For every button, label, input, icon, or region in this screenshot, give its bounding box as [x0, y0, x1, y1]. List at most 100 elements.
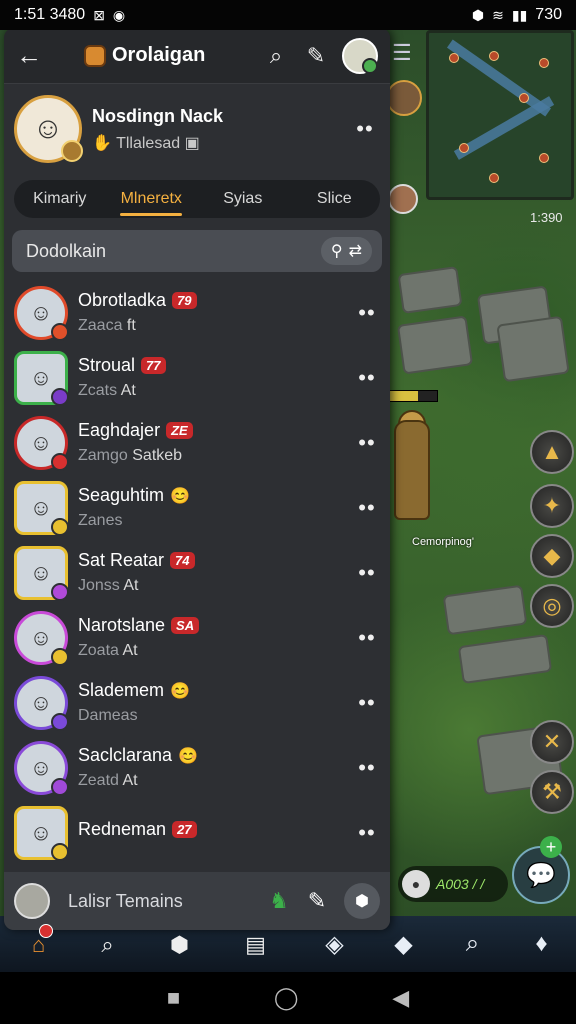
emoji-icon: 😊 — [170, 682, 190, 700]
friend-name: Saclclarana — [78, 745, 173, 765]
friend-name: Slademem — [78, 680, 165, 700]
friend-status: Jonss At — [78, 577, 139, 594]
stone-tile — [442, 584, 528, 636]
tab-kimariy[interactable]: Kimariy — [14, 180, 106, 218]
emoji-icon: 😊 — [170, 487, 190, 505]
notification-badge — [39, 924, 54, 938]
profile-avatar[interactable]: ☺ — [14, 95, 83, 163]
friend-avatar[interactable]: ☺ — [14, 740, 69, 796]
search-tools[interactable]: ⚲ ⇄ — [320, 237, 372, 265]
friend-avatar[interactable]: ☺ — [14, 675, 69, 731]
level-badge: ZE — [166, 422, 193, 439]
search-person-icon[interactable]: ⚲ — [331, 241, 343, 261]
recents-icon[interactable]: ■ — [167, 985, 180, 1011]
search-icon[interactable]: ⌕ — [256, 43, 296, 69]
more-options-icon[interactable]: •• — [350, 116, 380, 142]
more-options-icon[interactable]: •• — [352, 365, 382, 391]
tab-slice[interactable]: Slice — [289, 180, 381, 218]
skill-button-1[interactable]: ▲ — [530, 430, 574, 474]
minimap[interactable] — [426, 30, 574, 200]
search-icon[interactable]: ⌕ — [451, 922, 495, 966]
friends-drawer: ← Orolaigan ⌕ ✎ ☺ Nosdingn Nack ✋ Tllale… — [4, 28, 390, 930]
back-icon[interactable]: ◀ — [392, 985, 409, 1011]
friend-avatar[interactable]: ☺ — [14, 480, 69, 536]
more-options-icon[interactable]: •• — [352, 495, 382, 521]
friend-row[interactable]: ☺ Eaghdajer ZE Zamgo Satkeb •• — [12, 410, 382, 475]
status-badge-icon — [51, 582, 69, 601]
friend-avatar[interactable]: ☺ — [14, 350, 69, 406]
search-input[interactable] — [26, 240, 321, 262]
skill-button-4[interactable]: ◎ — [530, 584, 574, 628]
friend-row[interactable]: ☺ Obrotladka 79 Zaaca ft •• — [12, 280, 382, 345]
chat-bubble-button[interactable]: 💬 — [512, 846, 570, 904]
footer-avatar[interactable] — [14, 883, 50, 919]
stone-tile — [397, 266, 463, 314]
skill-button-5[interactable]: ✕ — [530, 720, 574, 764]
more-options-icon[interactable]: •• — [352, 820, 382, 846]
user-avatar[interactable] — [342, 37, 378, 74]
status-badge-icon — [51, 647, 69, 666]
game-menu-icon[interactable]: ☰ — [392, 40, 412, 66]
friend-status: Dameas — [78, 707, 138, 724]
friend-row[interactable]: ☺ Slademem 😊 Dameas •• — [12, 670, 382, 735]
more-options-icon[interactable]: •• — [352, 690, 382, 716]
friend-row[interactable]: ☺ Narotslane SA Zoata At •• — [12, 605, 382, 670]
friend-name: Narotslane — [78, 615, 166, 635]
friend-row[interactable]: ☺ Sat Reatar 74 Jonss At •• — [12, 540, 382, 605]
friend-avatar[interactable]: ☺ — [14, 545, 69, 601]
friend-row[interactable]: ☺ Seaguhtim 😊 Zanes •• — [12, 475, 382, 540]
gem-icon[interactable]: ♦ — [520, 922, 564, 966]
stone-tile — [496, 315, 570, 383]
sync-icon: ◉ — [112, 6, 126, 23]
chest-icon: ▣ — [184, 134, 200, 152]
status-bar: 1:51 3480 ⊠ ◉ ⬢ ≋ ▮▮ 730 — [0, 0, 576, 30]
profile-card[interactable]: ☺ Nosdingn Nack ✋ Tllalesad ▣ •• — [4, 84, 390, 174]
home-icon[interactable]: ⌂ — [32, 924, 54, 958]
friend-avatar[interactable]: ☺ — [14, 805, 69, 861]
more-options-icon[interactable]: •• — [352, 625, 382, 651]
status-badge-icon — [51, 842, 69, 861]
wave-icon: ✋ — [92, 134, 112, 152]
tab-mlneretx[interactable]: Mlneretx — [106, 180, 198, 218]
friend-name: Eaghdajer — [78, 420, 161, 440]
friend-status: Zeatd At — [78, 772, 138, 789]
more-options-icon[interactable]: •• — [352, 560, 382, 586]
ally-avatar-small[interactable] — [388, 184, 418, 214]
tab-syias[interactable]: Syias — [197, 180, 289, 218]
friend-avatar[interactable]: ☺ — [14, 285, 69, 341]
skill-button-2[interactable]: ✦ — [530, 484, 574, 528]
more-options-icon[interactable]: •• — [352, 430, 382, 456]
feather-icon[interactable]: ✎ — [298, 888, 336, 914]
home-button-icon[interactable]: ◯ — [274, 985, 299, 1011]
friend-row[interactable]: ☺ Saclclarana 😊 Zeatd At •• — [12, 735, 382, 800]
level-badge: SA — [171, 617, 200, 634]
friend-row[interactable]: ☺ Stroual 77 Zcats At •• — [12, 345, 382, 410]
level-badge: 77 — [141, 357, 166, 374]
plus-icon[interactable]: + — [540, 836, 562, 858]
creature-icon[interactable]: ♞ — [260, 888, 298, 914]
more-options-icon[interactable]: •• — [352, 300, 382, 326]
search-icon[interactable]: ⌕ — [101, 932, 113, 958]
status-badge-icon — [51, 712, 69, 731]
gold-counter: ● A003 / / — [398, 866, 508, 902]
chat-icon[interactable]: ▤ — [245, 932, 266, 958]
friend-status: Zcats At — [78, 382, 136, 399]
coin-icon: ● — [402, 870, 430, 898]
shield-icon[interactable]: ⬢ — [170, 932, 189, 958]
hero-name-label: Cemorpinog' — [412, 536, 475, 548]
skill-button-3[interactable]: ◆ — [530, 534, 574, 578]
friend-row[interactable]: ☺ Redneman 27 •• — [12, 800, 382, 865]
friend-name: Redneman — [78, 819, 167, 839]
shield-icon: ⬢ — [471, 6, 485, 23]
skill-button-6[interactable]: ⚒ — [530, 770, 574, 814]
friend-avatar[interactable]: ☺ — [14, 610, 69, 666]
status-badge-icon — [51, 387, 69, 406]
feather-icon[interactable]: ✎ — [296, 43, 336, 69]
ally-avatar[interactable] — [386, 80, 422, 116]
level-badge: 79 — [172, 292, 197, 309]
friend-avatar[interactable]: ☺ — [14, 415, 69, 471]
more-options-icon[interactable]: •• — [352, 755, 382, 781]
arrow-left-icon[interactable]: ← — [16, 40, 50, 71]
shield-icon[interactable]: ⬢ — [344, 883, 380, 919]
shuffle-icon[interactable]: ⇄ — [349, 241, 362, 261]
